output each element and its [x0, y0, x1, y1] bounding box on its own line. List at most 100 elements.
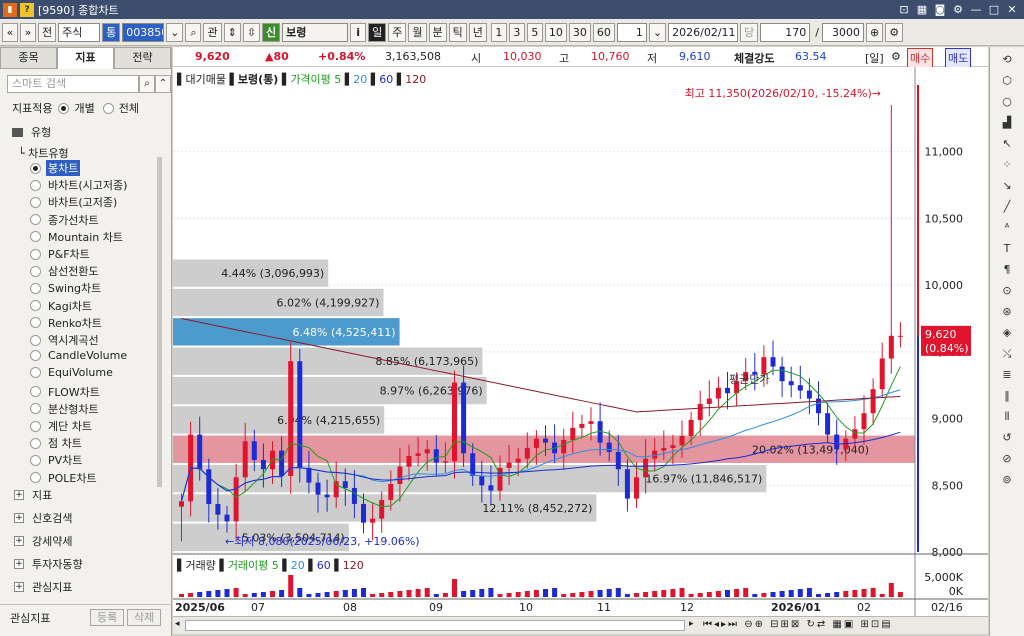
sell-button[interactable]: 매도 [945, 48, 972, 68]
chart-type-radio[interactable] [30, 248, 41, 260]
chart-type-item[interactable]: P&F차트 [30, 246, 92, 262]
trend-icon[interactable]: ↖ [996, 135, 1018, 153]
text-icon[interactable]: T [996, 240, 1018, 258]
count-field[interactable]: 1 [616, 22, 647, 42]
chart-type-item[interactable]: PV차트 [30, 452, 84, 468]
chart-type-item[interactable]: 종가선차트 [30, 212, 101, 228]
pin-icon[interactable]: ⊡ [896, 2, 912, 17]
chart-type-radio[interactable] [30, 350, 41, 362]
clear-icon[interactable]: ⊘ [996, 450, 1018, 468]
expand-icon[interactable]: + [14, 490, 24, 500]
chart-type-radio[interactable] [30, 179, 41, 191]
chart-type-item[interactable]: Renko차트 [30, 315, 104, 331]
stock-flag[interactable]: 통 [102, 22, 121, 42]
chart-type-radio[interactable] [30, 231, 41, 243]
paint-icon[interactable]: ¶ [996, 261, 1018, 279]
grid-icon[interactable]: ⦀ [996, 408, 1018, 426]
group-1[interactable]: + 신호검색 [14, 510, 72, 526]
group-4[interactable]: + 관심지표 [14, 579, 72, 595]
spinner-icon[interactable]: ⇳ [242, 22, 261, 42]
minimize-icon[interactable]: — [968, 2, 984, 17]
eraser-icon[interactable]: ⬡ [996, 72, 1018, 90]
quote-settings-icon[interactable]: ⚙ [891, 50, 901, 63]
total-count-input[interactable]: 3000 [821, 22, 864, 42]
dang-button[interactable]: 당 [740, 22, 759, 42]
chart-type-item[interactable]: POLE차트 [30, 470, 99, 486]
stock-type-select[interactable]: 주식 [58, 22, 101, 42]
chart-type-radio[interactable] [30, 162, 41, 174]
chart-type-radio[interactable] [30, 282, 41, 294]
target-icon[interactable]: ⊚ [996, 471, 1018, 489]
market-select[interactable]: 전 [38, 22, 57, 42]
expand-icon[interactable]: + [14, 513, 24, 523]
smart-search-input[interactable]: 스마트 검색 [7, 75, 139, 93]
period-3-button[interactable]: 분 [428, 22, 447, 42]
minute-5-button[interactable]: 5 [526, 22, 543, 42]
delete-button[interactable]: 삭제 [127, 609, 162, 626]
zoom-in-icon[interactable]: ⊕ [865, 22, 884, 42]
chart-type-item[interactable]: 점 차트 [30, 435, 84, 451]
expand-icon[interactable]: + [14, 582, 24, 592]
chart-type-item[interactable]: 삼선전환도 [30, 263, 101, 279]
close-icon[interactable]: ✕ [1004, 2, 1020, 17]
chart-type-item[interactable]: 분산형차트 [30, 401, 101, 417]
chart-type-radio[interactable] [30, 300, 41, 312]
chart-type-radio[interactable] [30, 317, 41, 329]
chart-type-item[interactable]: 바차트(시고저종) [30, 177, 129, 193]
minute-10-button[interactable]: 10 [544, 22, 567, 42]
period-1-button[interactable]: 주 [388, 22, 407, 42]
chart-type-item[interactable]: 역시계곡선 [30, 332, 101, 348]
minute-1-button[interactable]: 1 [490, 22, 507, 42]
tree-scrollbar[interactable] [157, 157, 162, 487]
chart-type-node[interactable]: └ 차트유형 [18, 145, 69, 161]
chart-type-radio[interactable] [30, 403, 41, 415]
expand-icon[interactable]: + [14, 559, 24, 569]
stock-name-field[interactable]: 보령 [282, 22, 349, 42]
undo-icon[interactable]: ⟲ [996, 51, 1018, 69]
link-icon[interactable]: ▦ [914, 2, 930, 17]
chart-type-radio[interactable] [30, 437, 41, 449]
help-icon[interactable]: ? [20, 2, 34, 17]
equal-icon[interactable]: ≣ [996, 366, 1018, 384]
nav-icons[interactable]: ⏮◂▸⏭ ⊖⊕ ⊟⊞⊠ ↻⇄ ▦▣ ⊞⊡▤ [703, 619, 893, 630]
count-dropdown-icon[interactable]: ⌄ [648, 22, 667, 42]
chart-type-radio[interactable] [30, 367, 41, 379]
chart-type-item[interactable]: Mountain 차트 [30, 229, 125, 245]
search-go-icon[interactable]: ⌕ [139, 75, 155, 93]
chart-type-radio[interactable] [30, 196, 41, 208]
condition-icon[interactable]: ⇕ [223, 22, 241, 42]
fib-icon[interactable]: ⁘ [996, 156, 1018, 174]
zoom-icon[interactable]: ⊛ [996, 303, 1018, 321]
magnify-icon[interactable]: ⊙ [996, 282, 1018, 300]
apply-individual-radio[interactable] [58, 102, 70, 114]
chart-canvas[interactable]: 4.44% (3,096,993) 6.02% (4,199,927) 6.48% … [173, 67, 988, 616]
apply-all-radio[interactable] [102, 102, 114, 114]
register-button[interactable]: 등록 [90, 609, 125, 626]
period-0-button[interactable]: 일 [368, 22, 387, 42]
chart-scrollbar[interactable]: ◂ ▸ ⏮◂▸⏭ ⊖⊕ ⊟⊞⊠ ↻⇄ ▦▣ ⊞⊡▤ [173, 616, 988, 634]
arrow-icon[interactable]: ↘ [996, 177, 1018, 195]
chart-type-radio[interactable] [30, 472, 41, 484]
watchlist-button[interactable]: 관 [203, 22, 222, 42]
stock-code-input[interactable]: 003850 [122, 22, 165, 42]
chart-type-radio[interactable] [30, 386, 41, 398]
buy-button[interactable]: 매수 [907, 48, 934, 68]
layers-icon[interactable]: ◈ [996, 324, 1018, 342]
camera-icon[interactable]: ◙ [932, 2, 948, 17]
chart-type-radio[interactable] [30, 214, 41, 226]
chart-type-radio[interactable] [30, 334, 41, 346]
chart-type-item[interactable]: 계단 차트 [30, 418, 94, 434]
group-3[interactable]: + 투자자동향 [14, 556, 83, 572]
period-2-button[interactable]: 월 [408, 22, 427, 42]
info-button[interactable]: i [350, 22, 367, 42]
maximize-icon[interactable]: □ [986, 2, 1002, 17]
auto-icon[interactable]: ᴬ [996, 219, 1018, 237]
view-count-input[interactable]: 170 [760, 22, 811, 42]
split-icon[interactable]: ⤯ [996, 345, 1018, 363]
chart-type-radio[interactable] [30, 265, 41, 277]
scroll-right-icon[interactable]: ▸ [689, 619, 694, 629]
prev-stock-icon[interactable]: « [2, 22, 18, 42]
chart-type-item[interactable]: 바차트(고저종) [30, 194, 119, 210]
chart-type-item[interactable]: EquiVolume [30, 366, 115, 379]
group-0[interactable]: + 지표 [14, 487, 52, 503]
